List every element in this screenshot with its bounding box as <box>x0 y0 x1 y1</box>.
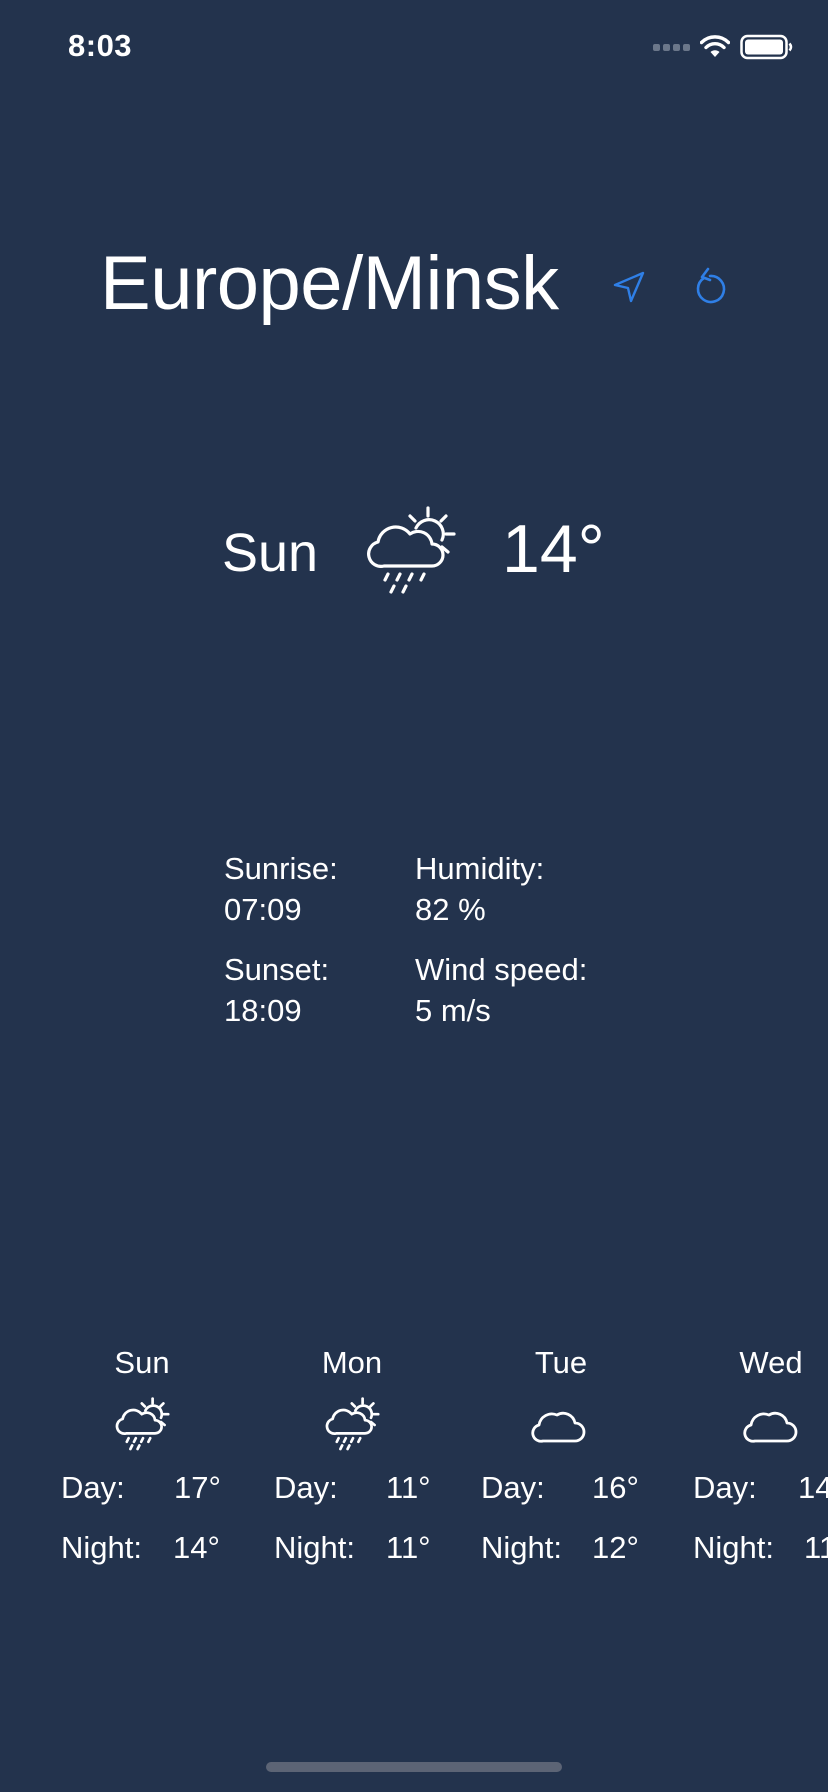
forecast-night-temp: 14° <box>173 1530 220 1565</box>
city-title: Europe/Minsk <box>100 241 559 326</box>
cloud-icon <box>531 1405 587 1450</box>
humidity-label: Humidity: <box>415 851 545 886</box>
sunset-value: 18:09 <box>224 993 302 1028</box>
humidity-value: 82 % <box>415 892 486 927</box>
forecast-day-temp: 16° <box>592 1470 639 1505</box>
forecast-day-label: Day: <box>693 1470 757 1505</box>
wind-label: Wind speed: <box>415 952 588 987</box>
sunset-label: Sunset: <box>224 952 330 987</box>
sun-cloud-rain-icon <box>362 502 462 607</box>
location-button[interactable] <box>604 262 654 312</box>
sunrise-value: 07:09 <box>224 892 302 927</box>
refresh-icon <box>696 267 726 304</box>
battery-icon <box>740 34 793 60</box>
forecast-day-label: Day: <box>61 1470 125 1505</box>
home-indicator[interactable] <box>266 1762 562 1772</box>
forecast-day-temp: 14° <box>798 1470 828 1505</box>
forecast-night-temp: 11° <box>804 1530 828 1565</box>
forecast-night-label: Night: <box>274 1530 355 1565</box>
current-day: Sun <box>222 523 319 583</box>
forecast-day-label: Day: <box>481 1470 545 1505</box>
sunrise-label: Sunrise: <box>224 851 338 886</box>
forecast-day-name: Sun <box>114 1345 170 1380</box>
forecast-night-label: Night: <box>61 1530 142 1565</box>
wind-block: Wind speed: 5 m/s <box>415 949 587 1031</box>
forecast-night-temp: 11° <box>386 1530 431 1565</box>
forecast-day-temp: 11° <box>386 1470 431 1505</box>
forecast-day-label: Day: <box>274 1470 338 1505</box>
sunrise-block: Sunrise: 07:09 <box>224 848 338 930</box>
current-temperature: 14° <box>502 511 605 587</box>
forecast-night-temp: 12° <box>592 1530 639 1565</box>
cellular-signal-icon <box>653 43 690 51</box>
refresh-button[interactable] <box>684 262 734 312</box>
status-icons <box>653 34 794 60</box>
cloud-icon <box>743 1405 799 1450</box>
forecast-day-name: Wed <box>739 1345 803 1380</box>
sunset-block: Sunset: 18:09 <box>224 949 329 1031</box>
forecast-day-name: Tue <box>534 1345 588 1380</box>
status-time: 8:03 <box>68 28 133 63</box>
sun-cloud-rain-icon <box>112 1395 174 1460</box>
forecast-day-name: Mon <box>321 1345 383 1380</box>
wind-value: 5 m/s <box>415 993 491 1028</box>
forecast-night-label: Night: <box>693 1530 774 1565</box>
sun-cloud-rain-icon <box>322 1395 384 1460</box>
wifi-icon <box>700 35 730 57</box>
forecast-night-label: Night: <box>481 1530 562 1565</box>
location-arrow-icon <box>613 271 645 303</box>
humidity-block: Humidity: 82 % <box>415 848 544 930</box>
forecast-day-temp: 17° <box>174 1470 221 1505</box>
